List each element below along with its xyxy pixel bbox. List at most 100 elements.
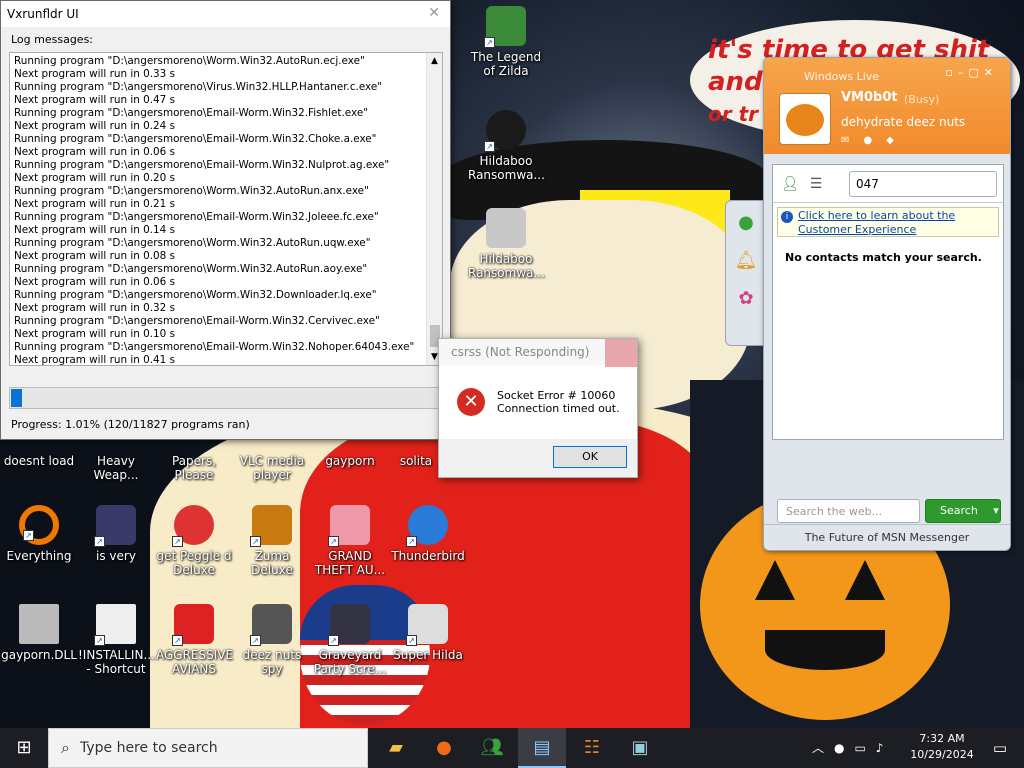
- error-dialog[interactable]: csrss (Not Responding) ✕ Socket Error # …: [438, 338, 638, 478]
- username[interactable]: VM0b0t: [841, 90, 898, 105]
- desktop-icon-gayporn[interactable]: gayporn: [312, 440, 388, 468]
- desktop-icon-doesnt-load[interactable]: doesnt load: [1, 440, 77, 468]
- taskbar-search[interactable]: ⌕ Type here to search: [48, 728, 368, 768]
- log-line: Running program "D:\angersmoreno\Worm.Wi…: [14, 263, 368, 275]
- window-taskbar-icon[interactable]: ▣: [616, 728, 664, 768]
- desktop-icon-super-hilda[interactable]: ↗ Super Hilda: [390, 604, 466, 662]
- desktop-icon-is-very[interactable]: ↗ is very: [78, 505, 154, 563]
- ok-button[interactable]: OK: [553, 446, 627, 468]
- progress-fill: [11, 389, 22, 407]
- log-line: Next program will run in 0.32 s: [14, 302, 175, 314]
- desktop[interactable]: it's time to get shit and or tr ↗ The Legen…: [0, 0, 1024, 728]
- app-taskbar-icon[interactable]: ☷: [568, 728, 616, 768]
- shortcut-arrow-icon: ↗: [94, 536, 105, 547]
- thunderbird-icon: ↗: [406, 505, 448, 547]
- everything-search-icon: ↗: [19, 505, 59, 545]
- view-options-icon[interactable]: ☰: [803, 176, 829, 192]
- desktop-icon-deez-nuts-spy[interactable]: ↗ deez nuts spy: [234, 604, 310, 676]
- header-shortcut-icons[interactable]: ✉●◆: [841, 135, 908, 146]
- log-listbox[interactable]: Running program "D:\angersmoreno\Worm.Wi…: [9, 52, 443, 366]
- web-search-button[interactable]: Search ▾: [925, 499, 1001, 523]
- scroll-up-icon[interactable]: ▲: [427, 53, 442, 69]
- desktop-icon-hildaboo-ransomware-1[interactable]: ↗ Hildaboo Ransomwa...: [468, 110, 545, 182]
- log-line: Running program "D:\angersmoreno\Worm.Wi…: [14, 55, 365, 67]
- bell-icon[interactable]: 🔔︎: [730, 245, 762, 277]
- desktop-icon-gayporn-dll[interactable]: gayporn.DLL: [1, 604, 77, 662]
- desktop-icon-gta[interactable]: ↗ GRAND THEFT AU...: [312, 505, 388, 577]
- contact-search-input[interactable]: [849, 170, 997, 197]
- log-line: Next program will run in 0.47 s: [14, 94, 175, 106]
- shortcut-arrow-icon: ↗: [328, 536, 339, 547]
- window-controls[interactable]: ▫–▢✕: [945, 66, 998, 79]
- desktop-icon-graveyard-party[interactable]: ↗ Graveyard Party Scre...: [312, 604, 388, 676]
- vxrunfldr-window[interactable]: Vxrunfldr UI ✕ Log messages: Running pro…: [0, 0, 451, 440]
- search-row: 👤︎ ☰: [773, 165, 1003, 203]
- log-line: Running program "D:\angersmoreno\Worm.Wi…: [14, 185, 369, 197]
- angry-bird-icon: ↗: [172, 604, 214, 646]
- messenger-window[interactable]: Windows Live ▫–▢✕ VM0b0t (Busy) dehydrat…: [763, 57, 1011, 551]
- log-line: Running program "D:\angersmoreno\Worm.Wi…: [14, 237, 371, 249]
- log-line: Next program will run in 0.06 s: [14, 276, 175, 288]
- desktop-icon-thunderbird[interactable]: ↗ Thunderbird: [390, 505, 466, 563]
- graveyard-icon: ↗: [328, 604, 370, 646]
- desktop-icon-peggle[interactable]: ↗ get Peggle d Deluxe: [156, 505, 232, 577]
- shortcut-arrow-icon: ↗: [484, 37, 495, 48]
- no-results-text: No contacts match your search.: [785, 251, 982, 264]
- personal-message[interactable]: dehydrate deez nuts: [841, 115, 965, 129]
- close-icon[interactable]: ✕: [428, 5, 440, 21]
- status-badge[interactable]: (Busy): [904, 93, 939, 106]
- avatar[interactable]: [779, 93, 831, 145]
- desktop-icon-papers-please[interactable]: Papers, Please: [156, 440, 232, 482]
- window-title: Vxrunfldr UI: [7, 7, 79, 21]
- desktop-icon-hildaboo-ransomware-2[interactable]: Hildaboo Ransomwa...: [468, 208, 545, 280]
- dropdown-icon[interactable]: ▾: [993, 504, 999, 517]
- windows-start-icon[interactable]: ⊞: [0, 728, 48, 768]
- window-titlebar[interactable]: Vxrunfldr UI: [1, 1, 450, 27]
- log-scrollbar[interactable]: ▲ ▼: [426, 53, 442, 365]
- desktop-icon-solitaire[interactable]: solita: [390, 440, 442, 468]
- desktop-icon-installing-shortcut[interactable]: ↗ !INSTALLIN... - Shortcut: [78, 604, 155, 676]
- firefox-icon[interactable]: ●: [420, 728, 468, 768]
- games-icon[interactable]: ✿: [730, 283, 762, 315]
- log-line: Running program "D:\angersmoreno\Email-W…: [14, 159, 390, 171]
- character-icon: ↗: [328, 505, 370, 547]
- pixel-character-icon: ↗: [406, 604, 448, 646]
- log-line: Next program will run in 0.08 s: [14, 250, 175, 262]
- shortcut-arrow-icon: ↗: [250, 635, 261, 646]
- zuma-icon: ↗: [250, 505, 292, 547]
- dialog-body: ✕ Socket Error # 10060 Connection timed o…: [439, 365, 637, 439]
- desktop-icon-aggressive-avians[interactable]: ↗ AGGRESSIVE AVIANS: [156, 604, 233, 676]
- contact-list-pane: 👤︎ ☰ iClick here to learn about the Cust…: [772, 164, 1004, 440]
- desktop-icon-vlc[interactable]: VLC media player: [234, 440, 310, 482]
- clock[interactable]: 7:32 AM 10/29/2024: [908, 731, 976, 763]
- peggle-icon: ↗: [172, 505, 214, 547]
- log-line: Running program "D:\angersmoreno\Virus.W…: [14, 81, 383, 93]
- desktop-icon-heavy-weapon[interactable]: Heavy Weap...: [78, 440, 154, 482]
- file-explorer-icon[interactable]: ▰: [372, 728, 420, 768]
- shortcut-arrow-icon: ↗: [406, 635, 417, 646]
- messenger-taskbar-icon[interactable]: 👥︎: [468, 728, 516, 768]
- add-contact-icon[interactable]: 👤︎: [777, 176, 803, 192]
- log-line: Next program will run in 0.06 s: [14, 146, 175, 158]
- web-search-input[interactable]: Search the web...: [777, 499, 920, 523]
- shortcut-arrow-icon: ↗: [23, 530, 34, 541]
- contacts-icon[interactable]: ●: [730, 207, 762, 239]
- messenger-side-tabs: ● 🔔︎ ✿: [725, 200, 765, 346]
- system-tray[interactable]: ︿●▭♪: [812, 728, 893, 768]
- info-banner-link[interactable]: i Click here to learn about the Customer …: [777, 207, 999, 237]
- desktop-icon-zuma[interactable]: ↗ Zuma Deluxe: [234, 505, 310, 577]
- vxrunfldr-taskbar-icon[interactable]: ▤: [518, 728, 566, 768]
- log-line: Running program "D:\angersmoreno\Email-W…: [14, 341, 415, 353]
- shortcut-arrow-icon: ↗: [172, 536, 183, 547]
- shortcut-arrow-icon: ↗: [406, 536, 417, 547]
- log-line: Next program will run in 0.24 s: [14, 120, 175, 132]
- dialog-close-button[interactable]: [605, 339, 637, 367]
- pumpkin-avatar-icon: [786, 104, 824, 136]
- notification-icon[interactable]: ▭: [980, 728, 1020, 768]
- desktop-icon-everything[interactable]: ↗ Everything: [1, 505, 77, 563]
- log-line: Next program will run in 0.20 s: [14, 172, 175, 184]
- desktop-icon-legend-of-zilda[interactable]: ↗ The Legend of Zilda: [468, 6, 544, 78]
- log-line: Next program will run in 0.14 s: [14, 224, 175, 236]
- log-label: Log messages:: [11, 33, 94, 46]
- log-line: Running program "D:\angersmoreno\Worm.Wi…: [14, 289, 377, 301]
